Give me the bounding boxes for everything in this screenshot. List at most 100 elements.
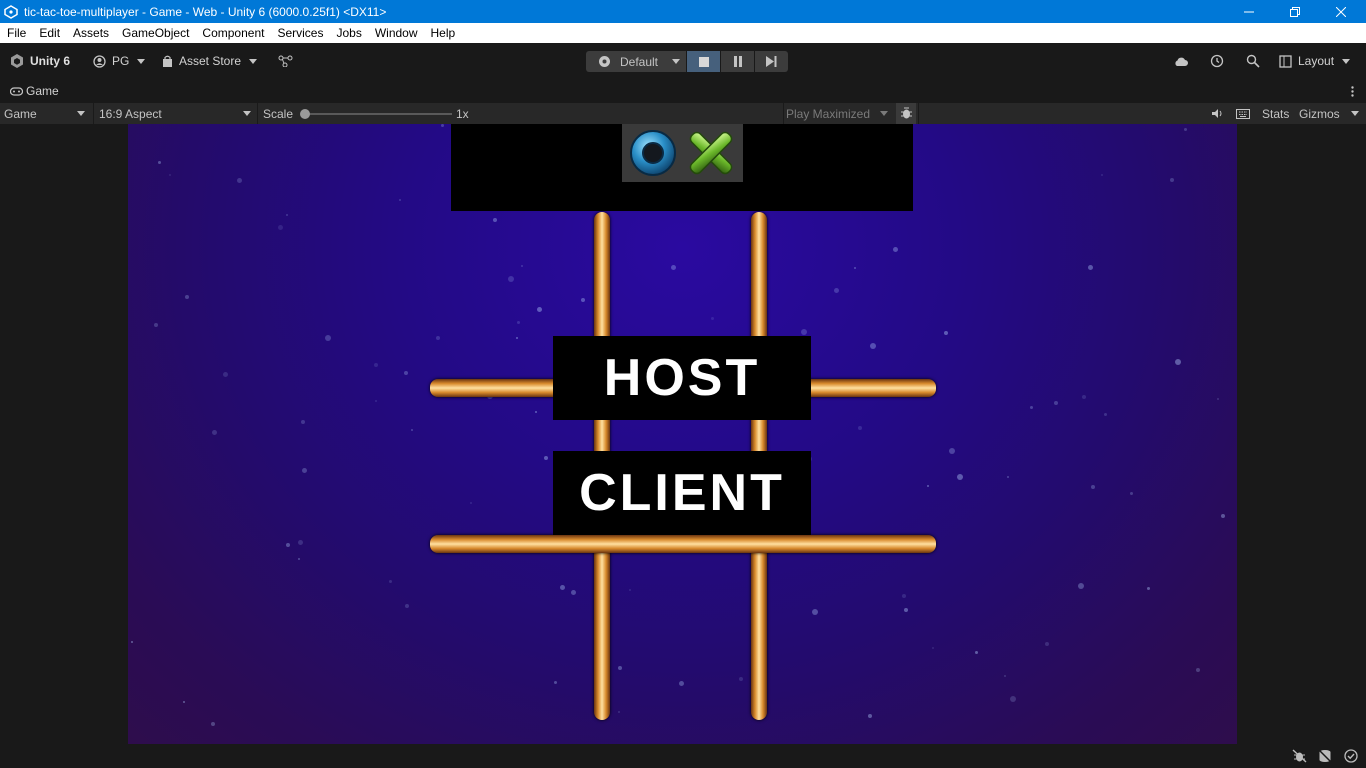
gizmos-dropdown[interactable]: Gizmos — [1299, 103, 1363, 124]
search-button[interactable] — [1246, 43, 1260, 79]
menu-services[interactable]: Services — [270, 26, 329, 40]
scale-slider-thumb[interactable] — [300, 109, 310, 119]
star — [581, 298, 585, 302]
star — [629, 589, 631, 591]
database-icon — [1318, 749, 1332, 763]
aspect-dropdown[interactable]: 16:9 Aspect — [99, 103, 255, 124]
star — [902, 594, 906, 598]
pause-button[interactable] — [721, 51, 754, 72]
window-title: tic-tac-toe-multiplayer - Game - Web - U… — [24, 4, 387, 19]
scale-slider-track[interactable] — [300, 109, 452, 119]
layout-dropdown[interactable]: Layout — [1279, 43, 1351, 79]
game-viewport[interactable]: HOST CLIENT — [128, 124, 1237, 744]
menu-file[interactable]: File — [0, 26, 32, 40]
star — [1054, 401, 1058, 405]
host-button[interactable]: HOST — [553, 336, 811, 420]
star — [1196, 668, 1200, 672]
mute-audio-toggle[interactable] — [1208, 103, 1226, 124]
star — [904, 608, 908, 612]
undo-history-button[interactable] — [1210, 43, 1224, 79]
title-bar: tic-tac-toe-multiplayer - Game - Web - U… — [0, 0, 1366, 23]
star — [470, 502, 472, 504]
star — [560, 585, 565, 590]
star — [405, 604, 409, 608]
star — [374, 363, 378, 367]
menu-gameobject[interactable]: GameObject — [115, 26, 195, 40]
chevron-down-icon — [1351, 111, 1359, 116]
web-profile-icon — [598, 56, 610, 67]
build-profile-dropdown[interactable]: Default — [586, 51, 686, 72]
cloud-icon — [1175, 57, 1188, 66]
stop-button[interactable] — [687, 51, 720, 72]
cache-server-button[interactable] — [1318, 749, 1332, 766]
debug-toggle[interactable] — [896, 103, 916, 124]
stop-icon — [698, 56, 709, 67]
menu-window[interactable]: Window — [368, 26, 424, 40]
gamepad-icon — [10, 86, 23, 96]
version-control-icon — [278, 55, 293, 67]
client-button-label: CLIENT — [579, 464, 785, 522]
menu-assets[interactable]: Assets — [66, 26, 115, 40]
star — [812, 609, 818, 615]
display-dropdown[interactable]: Game — [4, 103, 89, 124]
star — [404, 371, 408, 375]
star — [893, 247, 898, 252]
unity-account-button[interactable]: Unity 6 — [9, 43, 70, 79]
close-icon — [1336, 6, 1346, 17]
star — [870, 343, 876, 349]
star — [212, 430, 217, 435]
chevron-down-icon — [672, 59, 681, 64]
minimize-button[interactable] — [1226, 0, 1272, 23]
minimize-icon — [1244, 11, 1254, 12]
star — [1130, 492, 1133, 495]
display-label: Game — [4, 106, 37, 121]
star — [325, 335, 331, 341]
star — [834, 288, 839, 293]
close-button[interactable] — [1318, 0, 1364, 23]
layout-label: Layout — [1298, 54, 1335, 68]
star — [1101, 174, 1103, 176]
play-maximized-dropdown[interactable]: Play Maximized — [786, 103, 890, 124]
version-control-button[interactable] — [278, 43, 293, 79]
account-dropdown[interactable]: PG — [93, 43, 146, 79]
menu-help[interactable]: Help — [424, 26, 462, 40]
star — [1078, 583, 1084, 589]
cloud-button[interactable] — [1173, 43, 1189, 79]
star — [1221, 514, 1225, 518]
star — [975, 651, 978, 654]
stats-button[interactable]: Stats — [1262, 103, 1289, 124]
star — [618, 711, 620, 713]
menu-jobs[interactable]: Jobs — [329, 26, 367, 40]
star — [1184, 128, 1187, 131]
client-button[interactable]: CLIENT — [553, 451, 811, 535]
menu-component[interactable]: Component — [195, 26, 270, 40]
play-controls: Default — [585, 51, 788, 72]
star — [516, 337, 518, 339]
chevron-down-icon — [1342, 58, 1351, 64]
check-circle-icon — [1344, 749, 1358, 763]
step-button[interactable] — [755, 51, 788, 72]
tab-game[interactable]: Game — [10, 79, 59, 103]
star — [1004, 675, 1006, 677]
star — [517, 321, 520, 324]
account-icon — [93, 54, 106, 68]
star — [298, 540, 303, 545]
star — [1217, 398, 1219, 400]
progress-status-button[interactable] — [1344, 749, 1358, 766]
star — [535, 411, 537, 413]
star — [801, 329, 807, 335]
star — [868, 714, 872, 718]
star — [389, 580, 392, 583]
debug-mode-button[interactable] — [1292, 749, 1307, 766]
chevron-down-icon — [137, 58, 146, 64]
history-icon — [1210, 54, 1224, 68]
star — [278, 225, 283, 230]
star — [436, 336, 440, 340]
tab-game-label: Game — [26, 84, 59, 98]
restore-button[interactable] — [1272, 0, 1318, 23]
tab-options-button[interactable] — [1346, 83, 1358, 99]
menu-edit[interactable]: Edit — [32, 26, 66, 40]
asset-store-dropdown[interactable]: Asset Store — [162, 43, 258, 79]
star — [544, 456, 548, 460]
keyboard-shortcuts-toggle[interactable] — [1234, 103, 1252, 124]
